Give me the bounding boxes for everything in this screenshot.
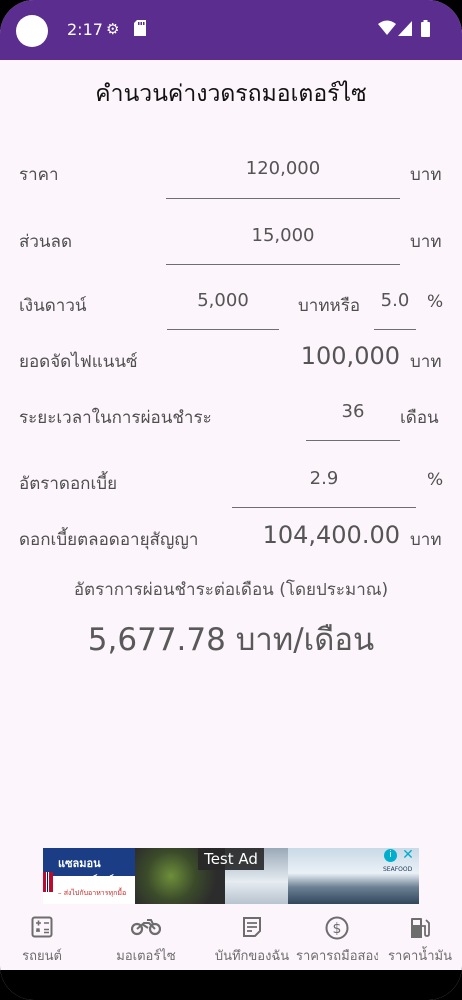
- dollar-icon: $: [296, 916, 378, 947]
- discount-label: ส่วนลด: [19, 232, 73, 252]
- note-icon: [208, 916, 296, 945]
- down-payment-label: เงินดาวน์: [19, 296, 87, 316]
- down-payment-or-label: บาทหรือ: [298, 296, 361, 316]
- bottom-navigation: รถยนต์ มอเตอร์ไซ บันทึกของฉัน $ ราคารถมื…: [0, 910, 462, 970]
- total-interest-unit: บาท: [410, 530, 442, 550]
- nav-label-motorcycle: มอเตอร์ไซ: [116, 949, 176, 964]
- discount-input[interactable]: 15,000: [166, 225, 400, 246]
- interest-rate-underline: [232, 507, 416, 508]
- interest-rate-unit: %: [427, 470, 444, 490]
- price-unit: บาท: [410, 165, 442, 185]
- down-payment-underline: [167, 329, 279, 330]
- nav-item-fuel-prices[interactable]: ราคาน้ำมัน: [378, 910, 462, 970]
- ad-info-icon[interactable]: i: [384, 849, 397, 862]
- nav-item-notes[interactable]: บันทึกของฉัน: [208, 910, 296, 970]
- price-underline: [166, 198, 400, 199]
- signal-icon: [398, 20, 412, 40]
- down-payment-input[interactable]: 5,000: [167, 290, 279, 311]
- ad-close-icon[interactable]: ✕: [401, 848, 415, 863]
- test-ad-label: Test Ad: [198, 848, 264, 870]
- nav-label-used-car-prices: ราคารถมือสอง: [296, 949, 378, 964]
- motorcycle-icon: [84, 916, 208, 943]
- ad-banner[interactable]: แซลมอน จากนอร์เวย์ – ส่งไปกับอาหารทุกมื้…: [43, 848, 419, 904]
- down-payment-percent-input[interactable]: 5.0: [374, 290, 416, 311]
- wifi-icon: [378, 20, 396, 40]
- ad-text-panel: แซลมอน จากนอร์เวย์ – ส่งไปกับอาหารทุกมื้…: [43, 848, 135, 904]
- status-time: 2:17: [67, 20, 103, 39]
- ad-headline-1: แซลมอน: [58, 857, 101, 870]
- term-underline: [306, 440, 400, 441]
- ad-headline-2: จากนอร์เวย์: [58, 874, 114, 887]
- down-payment-percent-underline: [374, 329, 416, 330]
- nav-label-car: รถยนต์: [22, 949, 62, 964]
- finance-amount-unit: บาท: [410, 352, 442, 372]
- sd-card-icon: [134, 20, 146, 40]
- phone-screen: 2:17 ⚙ คำนวนค่างวดรถมอเตอร์ไซ ราคา 120,0…: [0, 0, 462, 1000]
- nav-item-car[interactable]: รถยนต์: [0, 910, 84, 970]
- page-title: คำนวนค่างวดรถมอเตอร์ไซ: [95, 81, 367, 107]
- calculator-icon: [0, 916, 84, 945]
- fuel-icon: [378, 916, 462, 947]
- ad-tagline: – ส่งไปกับอาหารทุกมื้อ: [58, 889, 127, 897]
- status-bar: 2:17 ⚙: [0, 0, 462, 60]
- total-interest-value: 104,400.00: [262, 521, 400, 549]
- total-interest-label: ดอกเบี้ยตลอดอายุสัญญา: [19, 530, 199, 550]
- finance-amount-label: ยอดจัดไฟแนนซ์: [19, 352, 138, 372]
- price-input[interactable]: 120,000: [166, 158, 400, 179]
- nav-label-fuel-prices: ราคาน้ำมัน: [388, 949, 452, 964]
- nav-item-used-car-prices[interactable]: $ ราคารถมือสอง: [296, 910, 378, 970]
- nav-item-motorcycle[interactable]: มอเตอร์ไซ: [84, 910, 208, 970]
- monthly-payment-caption: อัตราการผ่อนชำระต่อเดือน (โดยประมาณ): [73, 580, 389, 600]
- settings-icon: ⚙: [106, 20, 120, 38]
- ad-fjord-image: [288, 848, 419, 904]
- camera-cutout: [16, 15, 48, 47]
- monthly-payment-value: 5,677.78 บาท/เดือน: [87, 622, 375, 658]
- discount-underline: [166, 264, 400, 265]
- discount-unit: บาท: [410, 232, 442, 252]
- norway-flag-icon: [43, 872, 53, 892]
- interest-rate-input[interactable]: 2.9: [232, 468, 416, 489]
- price-label: ราคา: [19, 165, 59, 185]
- nav-label-notes: บันทึกของฉัน: [214, 949, 290, 964]
- term-unit: เดือน: [400, 408, 439, 428]
- term-input[interactable]: 36: [306, 401, 400, 422]
- battery-icon: [421, 20, 430, 41]
- down-payment-percent-unit: %: [427, 292, 444, 312]
- interest-rate-label: อัตราดอกเบี้ย: [19, 474, 118, 494]
- ad-brand-logo: SEAFOOD: [383, 866, 413, 873]
- system-navigation-bar: [0, 970, 462, 1000]
- term-label: ระยะเวลาในการผ่อนชำระ: [19, 408, 212, 428]
- svg-text:$: $: [333, 921, 342, 937]
- finance-amount-value: 100,000: [300, 342, 400, 370]
